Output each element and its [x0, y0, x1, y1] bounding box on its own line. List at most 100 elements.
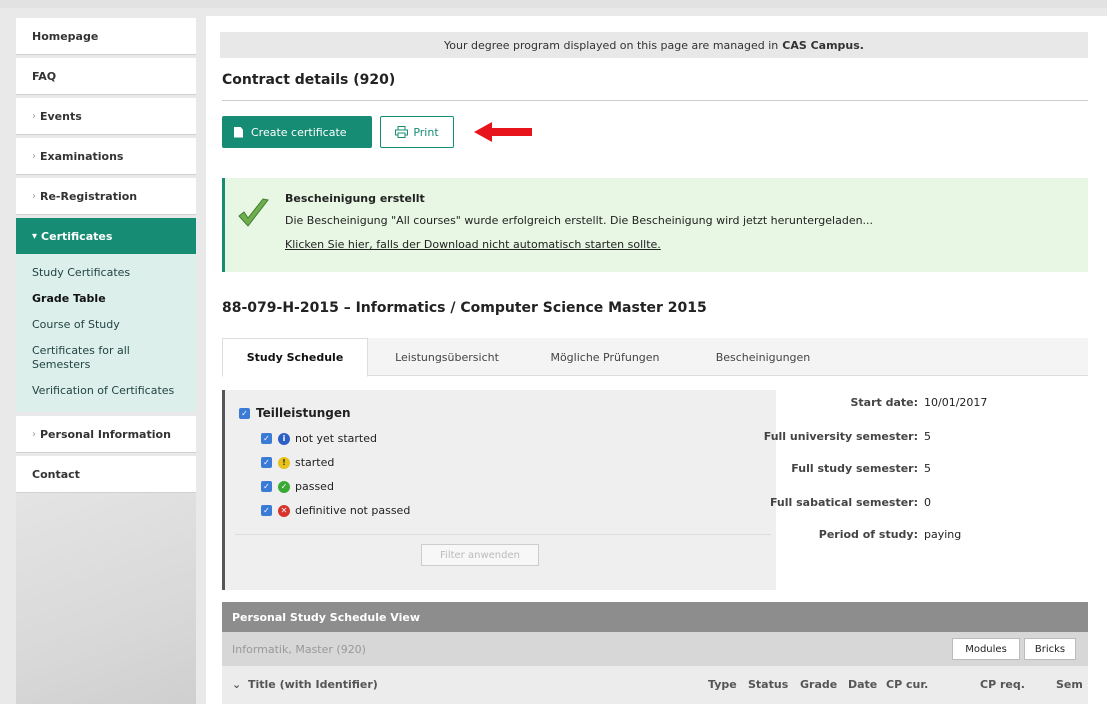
- info-banner-text: Your degree program displayed on this pa…: [444, 38, 779, 52]
- sidebar-item-label: Examinations: [40, 149, 124, 163]
- column-cp-req[interactable]: CP req.: [980, 678, 1025, 691]
- sidebar-item-re-registration[interactable]: › Re-Registration: [16, 178, 196, 214]
- schedule-heading: Personal Study Schedule View: [222, 602, 1088, 632]
- sidebar-item-certificates[interactable]: ▾ Certificates: [16, 218, 196, 254]
- sidebar-item-faq[interactable]: FAQ: [16, 58, 196, 94]
- sidebar-item-label: Contact: [32, 467, 80, 481]
- sidebar-item-label: Certificates: [41, 229, 113, 243]
- red-arrow-icon: [474, 122, 532, 142]
- checkbox-checked-icon[interactable]: ✓: [239, 407, 250, 419]
- sidebar-subitem-study-certificates[interactable]: Study Certificates: [16, 260, 196, 286]
- program-title: 88-079-H-2015 – Informatics / Computer S…: [222, 300, 707, 316]
- tab-study-schedule[interactable]: Study Schedule: [222, 338, 368, 377]
- document-icon: [234, 126, 243, 138]
- filter-group-label: Teilleistungen: [256, 406, 351, 420]
- filter-option-not-passed[interactable]: ✓ ✕ definitive not passed: [261, 504, 410, 517]
- column-sem[interactable]: Sem: [1056, 678, 1083, 691]
- sidebar-subnav-certificates: Study Certificates Grade Table Course of…: [16, 254, 196, 412]
- meta-value: paying: [924, 528, 962, 541]
- sidebar-item-examinations[interactable]: › Examinations: [16, 138, 196, 174]
- schedule-table-header: ⌄ Title (with Identifier) Type Status Gr…: [222, 666, 1088, 704]
- filter-option-label: definitive not passed: [295, 504, 411, 517]
- meta-label: Full sabatical semester:: [769, 496, 918, 509]
- sidebar-item-label: Re-Registration: [40, 189, 138, 203]
- meta-value: 5: [924, 462, 931, 475]
- success-heading: Bescheinigung erstellt: [285, 192, 425, 205]
- printer-icon: [395, 126, 409, 138]
- filter-option-not-started[interactable]: ✓ i not yet started: [261, 432, 377, 445]
- filter-option-label: started: [295, 456, 335, 469]
- filter-option-passed[interactable]: ✓ ✓ passed: [261, 480, 334, 493]
- success-message: Die Bescheinigung "All courses" wurde er…: [285, 214, 874, 227]
- sidebar-subitem-grade-table[interactable]: Grade Table: [16, 286, 196, 312]
- tab-bar: Study Schedule Leistungsübersicht Möglic…: [222, 338, 1088, 377]
- column-type[interactable]: Type: [708, 678, 737, 691]
- collapse-icon[interactable]: ⌄: [232, 678, 241, 691]
- download-link[interactable]: Klicken Sie hier, falls der Download nic…: [285, 238, 661, 251]
- main-content: Your degree program displayed on this pa…: [206, 16, 1107, 704]
- column-grade[interactable]: Grade: [800, 678, 837, 691]
- sidebar-subitem-course-of-study[interactable]: Course of Study: [16, 312, 196, 338]
- tab-bescheinigungen[interactable]: Bescheinigungen: [688, 338, 838, 376]
- sidebar-subitem-verification[interactable]: Verification of Certificates: [16, 378, 196, 404]
- filter-option-label: passed: [295, 480, 334, 493]
- sidebar-subitem-certificates-all-semesters[interactable]: Certificates for all Semesters: [16, 338, 146, 378]
- sidebar-item-personal-information[interactable]: › Personal Information: [16, 416, 196, 452]
- chevron-right-icon: ›: [32, 428, 36, 440]
- sidebar-item-label: FAQ: [32, 69, 57, 83]
- checkbox-checked-icon[interactable]: ✓: [261, 457, 272, 468]
- sidebar-item-label: Personal Information: [40, 427, 171, 441]
- meta-sabbatical-semester: Full sabatical semester: 0: [656, 496, 1086, 512]
- print-label: Print: [413, 125, 439, 139]
- meta-start-date: Start date: 10/01/2017: [656, 396, 1086, 412]
- meta-study-semester: Full study semester: 5: [656, 462, 1086, 478]
- sidebar-item-homepage[interactable]: Homepage: [16, 18, 196, 54]
- meta-label: Full university semester:: [763, 430, 918, 443]
- meta-label: Period of study:: [818, 528, 918, 541]
- filter-panel: ✓ Teilleistungen ✓ i not yet started ✓ !…: [222, 390, 776, 590]
- column-status[interactable]: Status: [748, 678, 788, 691]
- check-icon: ✓: [278, 480, 290, 493]
- chevron-right-icon: ›: [32, 150, 36, 162]
- modules-button[interactable]: Modules: [952, 638, 1020, 660]
- print-button[interactable]: Print: [380, 116, 454, 148]
- top-bar: [0, 0, 1107, 8]
- cross-icon: ✕: [278, 504, 290, 517]
- checkbox-checked-icon[interactable]: ✓: [261, 481, 272, 492]
- checkbox-checked-icon[interactable]: ✓: [261, 433, 272, 444]
- meta-university-semester: Full university semester: 5: [656, 430, 1086, 446]
- sidebar-nav: Homepage FAQ › Events › Examinations › Re-R…: [16, 18, 196, 496]
- chevron-right-icon: ›: [32, 190, 36, 202]
- sidebar-item-events[interactable]: › Events: [16, 98, 196, 134]
- success-notification: Bescheinigung erstellt Die Bescheinigung…: [222, 178, 1088, 272]
- sidebar-item-label: Homepage: [32, 29, 99, 43]
- checkbox-checked-icon[interactable]: ✓: [261, 505, 272, 516]
- chevron-down-icon: ▾: [32, 230, 38, 242]
- info-icon: i: [278, 432, 290, 445]
- page-title: Contract details (920): [222, 72, 396, 88]
- tab-leistungsuebersicht[interactable]: Leistungsübersicht: [372, 338, 522, 376]
- sidebar-item-contact[interactable]: Contact: [16, 456, 196, 492]
- meta-value: 0: [924, 496, 931, 509]
- info-banner: Your degree program displayed on this pa…: [220, 32, 1088, 58]
- divider: [222, 100, 1088, 101]
- column-date[interactable]: Date: [848, 678, 877, 691]
- meta-label: Start date:: [850, 396, 918, 409]
- filter-option-label: not yet started: [295, 432, 377, 445]
- filter-option-started[interactable]: ✓ ! started: [261, 456, 334, 469]
- filter-group[interactable]: ✓ Teilleistungen: [239, 406, 351, 420]
- info-banner-brand: CAS Campus.: [782, 38, 864, 52]
- apply-filter-button[interactable]: Filter anwenden: [421, 544, 539, 566]
- bricks-button[interactable]: Bricks: [1024, 638, 1076, 660]
- meta-value: 10/01/2017: [924, 396, 988, 409]
- create-certificate-button[interactable]: Create certificate: [222, 116, 372, 148]
- meta-label: Full study semester:: [791, 462, 918, 475]
- column-title[interactable]: Title (with Identifier): [248, 678, 378, 691]
- tab-moegliche-pruefungen[interactable]: Mögliche Prüfungen: [524, 338, 686, 376]
- checkmark-icon: [238, 198, 269, 227]
- column-cp-cur[interactable]: CP cur.: [886, 678, 928, 691]
- meta-period-of-study: Period of study: paying: [656, 528, 1086, 544]
- meta-value: 5: [924, 430, 931, 443]
- sidebar-background: [16, 492, 196, 704]
- create-certificate-label: Create certificate: [251, 125, 347, 139]
